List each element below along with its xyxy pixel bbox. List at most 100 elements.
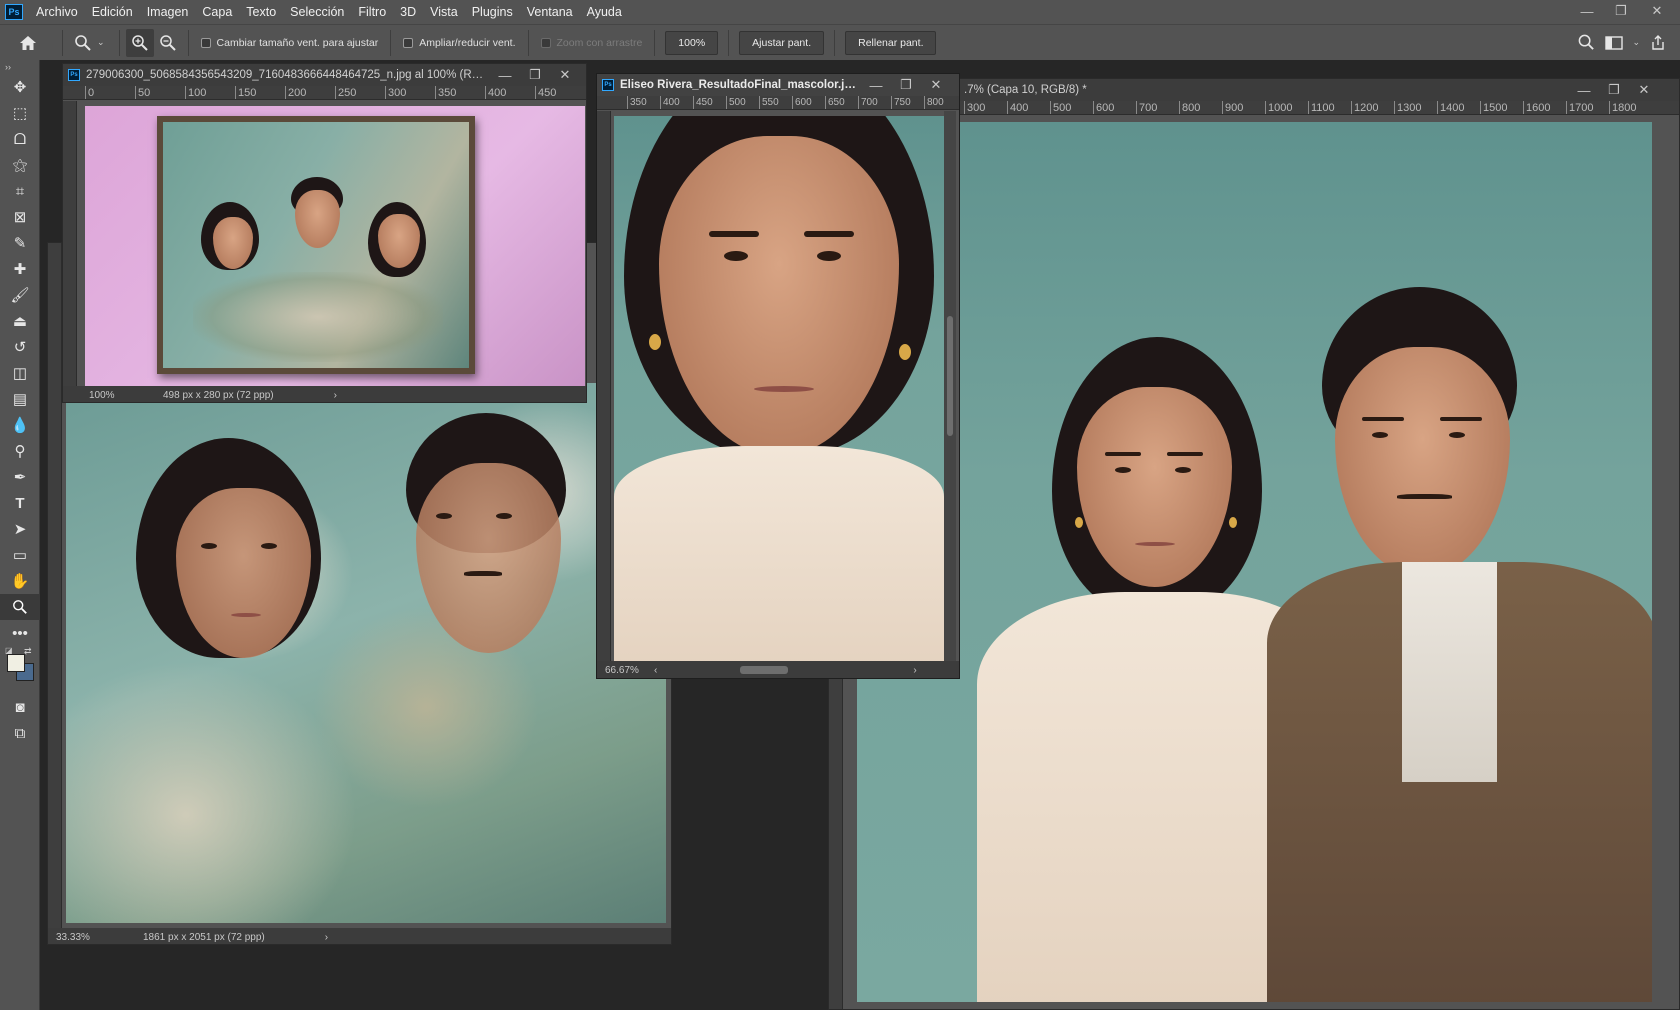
vertical-scrollbar[interactable] (944, 111, 956, 661)
zoom-100-button[interactable]: 100% (665, 30, 719, 55)
document-title: 279006300_5068584356543209_7160483666448… (86, 69, 490, 81)
menu-ayuda[interactable]: Ayuda (580, 0, 629, 24)
chevron-down-icon[interactable]: ⌄ (97, 37, 105, 48)
zoom-tool-preset-icon[interactable] (69, 29, 97, 57)
scroll-right-icon[interactable]: › (913, 665, 916, 676)
doc-minimize-button[interactable]: — (490, 68, 520, 83)
menu-seleccion[interactable]: Selección (283, 0, 351, 24)
zoom-all-windows-checkbox[interactable]: Ampliar/reducir vent. (403, 36, 516, 49)
resize-windows-checkbox[interactable]: Cambiar tamaño vent. para ajustar (200, 37, 378, 49)
menu-texto[interactable]: Texto (239, 0, 283, 24)
document-title: Eliseo Rivera_ResultadoFinal_mascolor.jp… (620, 79, 861, 91)
menu-filtro[interactable]: Filtro (351, 0, 393, 24)
vertical-ruler (63, 101, 77, 386)
menu-imagen[interactable]: Imagen (140, 0, 196, 24)
scrubby-zoom-label: Zoom con arrastre (556, 36, 643, 49)
type-tool-icon[interactable]: T (0, 490, 40, 516)
more-tools-icon[interactable]: ••• (0, 620, 40, 646)
scrollbar-thumb[interactable] (740, 666, 789, 674)
eyedropper-tool-icon[interactable]: ✎ (0, 230, 40, 256)
clone-stamp-tool-icon[interactable]: ⏏ (0, 308, 40, 334)
menu-vista[interactable]: Vista (423, 0, 465, 24)
workspace-chevron-icon[interactable]: ⌄ (1632, 37, 1640, 48)
rectangle-tool-icon[interactable]: ▭ (0, 542, 40, 568)
collapse-panel-icon[interactable]: ›› (0, 60, 39, 74)
zoom-all-windows-label: Ampliar/reducir vent. (419, 36, 516, 49)
zoom-level[interactable]: 66.67% (597, 665, 652, 676)
zoom-in-icon[interactable] (125, 28, 154, 57)
vertical-ruler (48, 243, 62, 928)
app-minimize-button[interactable]: — (1570, 0, 1604, 22)
scrollbar-thumb[interactable] (947, 316, 953, 436)
lasso-tool-icon[interactable]: ᗝ (0, 126, 40, 152)
pen-tool-icon[interactable]: ✒ (0, 464, 40, 490)
eraser-tool-icon[interactable]: ◫ (0, 360, 40, 386)
healing-brush-tool-icon[interactable]: ✚ (0, 256, 40, 282)
app-restore-button[interactable]: ❐ (1604, 0, 1638, 22)
magic-wand-tool-icon[interactable]: ⚝ (0, 152, 40, 178)
brush-tool-icon[interactable]: 🖌 (0, 282, 40, 308)
menu-capa[interactable]: Capa (195, 0, 239, 24)
doc-restore-button[interactable]: ❐ (1599, 82, 1629, 98)
color-swatches[interactable]: ◪ ⇄ (0, 646, 40, 694)
doc-close-button[interactable]: ✕ (1629, 82, 1659, 98)
share-icon[interactable] (1644, 29, 1672, 57)
zoom-out-icon[interactable] (154, 29, 182, 57)
frame-tool-icon[interactable]: ⊠ (0, 204, 40, 230)
home-icon[interactable] (14, 29, 42, 57)
dodge-tool-icon[interactable]: ⚲ (0, 438, 40, 464)
scroll-left-icon[interactable]: ‹ (652, 665, 657, 676)
menu-bar: Ps Archivo Edición Imagen Capa Texto Sel… (0, 0, 1680, 24)
screen-mode-icon[interactable]: ⧉ (0, 720, 40, 746)
marquee-tool-icon[interactable]: ⬚ (0, 100, 40, 126)
horizontal-scrollbar[interactable] (665, 666, 905, 674)
restored-couple-photo (857, 122, 1652, 1002)
search-icon[interactable] (1572, 29, 1600, 57)
status-bar: 100% 498 px x 280 px (72 ppp) › (63, 386, 586, 402)
menu-plugins[interactable]: Plugins (465, 0, 520, 24)
doc-minimize-button[interactable]: — (861, 78, 891, 93)
menu-ventana[interactable]: Ventana (520, 0, 580, 24)
photoshop-logo: Ps (5, 4, 23, 20)
document-title-bar[interactable]: Ps Eliseo Rivera_ResultadoFinal_mascolor… (597, 74, 959, 96)
document-window-original[interactable]: Ps 279006300_5068584356543209_7160483666… (62, 63, 587, 403)
fill-screen-button[interactable]: Rellenar pant. (845, 30, 937, 55)
document-size: 1861 px x 2051 px (72 ppp) (143, 931, 265, 943)
zoom-tool-icon[interactable] (0, 594, 40, 620)
status-bar: 66.67% ‹ › (597, 661, 959, 678)
status-arrow-icon[interactable]: › (274, 390, 337, 401)
hand-tool-icon[interactable]: ✋ (0, 568, 40, 594)
history-brush-tool-icon[interactable]: ↺ (0, 334, 40, 360)
damaged-photo-large (66, 383, 666, 923)
menu-edicion[interactable]: Edición (85, 0, 140, 24)
swap-colors-icon[interactable]: ⇄ (24, 646, 32, 657)
doc-minimize-button[interactable]: — (1569, 83, 1599, 98)
horizontal-ruler: 0 50 100 150 200 250 300 350 400 450 (63, 86, 586, 100)
options-bar: ⌄ Cambiar tamaño vent. para ajustar Ampl… (0, 24, 1680, 60)
path-selection-tool-icon[interactable]: ➤ (0, 516, 40, 542)
crop-tool-icon[interactable]: ⌗ (0, 178, 40, 204)
status-arrow-icon[interactable]: › (265, 932, 328, 943)
blur-tool-icon[interactable]: 💧 (0, 412, 40, 438)
original-photo-on-wall (85, 106, 585, 386)
doc-restore-button[interactable]: ❐ (520, 67, 550, 83)
scrubby-zoom-checkbox[interactable]: Zoom con arrastre (540, 36, 643, 49)
doc-close-button[interactable]: ✕ (550, 67, 580, 83)
quick-mask-icon[interactable]: ◙ (0, 694, 40, 720)
document-window-final[interactable]: Ps Eliseo Rivera_ResultadoFinal_mascolor… (596, 73, 960, 679)
fit-screen-button[interactable]: Ajustar pant. (739, 30, 825, 55)
menu-3d[interactable]: 3D (393, 0, 423, 24)
app-close-button[interactable]: ✕ (1640, 0, 1674, 22)
zoom-level[interactable]: 100% (63, 390, 143, 401)
document-title-bar[interactable]: Ps 279006300_5068584356543209_7160483666… (63, 64, 586, 86)
gradient-tool-icon[interactable]: ▤ (0, 386, 40, 412)
workspace-icon[interactable] (1600, 29, 1628, 57)
doc-close-button[interactable]: ✕ (921, 77, 951, 93)
move-tool-icon[interactable]: ✥ (0, 74, 40, 100)
status-bar: 33.33% 1861 px x 2051 px (72 ppp) › (48, 928, 671, 944)
doc-restore-button[interactable]: ❐ (891, 77, 921, 93)
vertical-ruler (597, 111, 611, 661)
foreground-color-swatch[interactable] (7, 654, 25, 672)
zoom-level[interactable]: 33.33% (48, 932, 103, 943)
menu-archivo[interactable]: Archivo (29, 0, 85, 24)
